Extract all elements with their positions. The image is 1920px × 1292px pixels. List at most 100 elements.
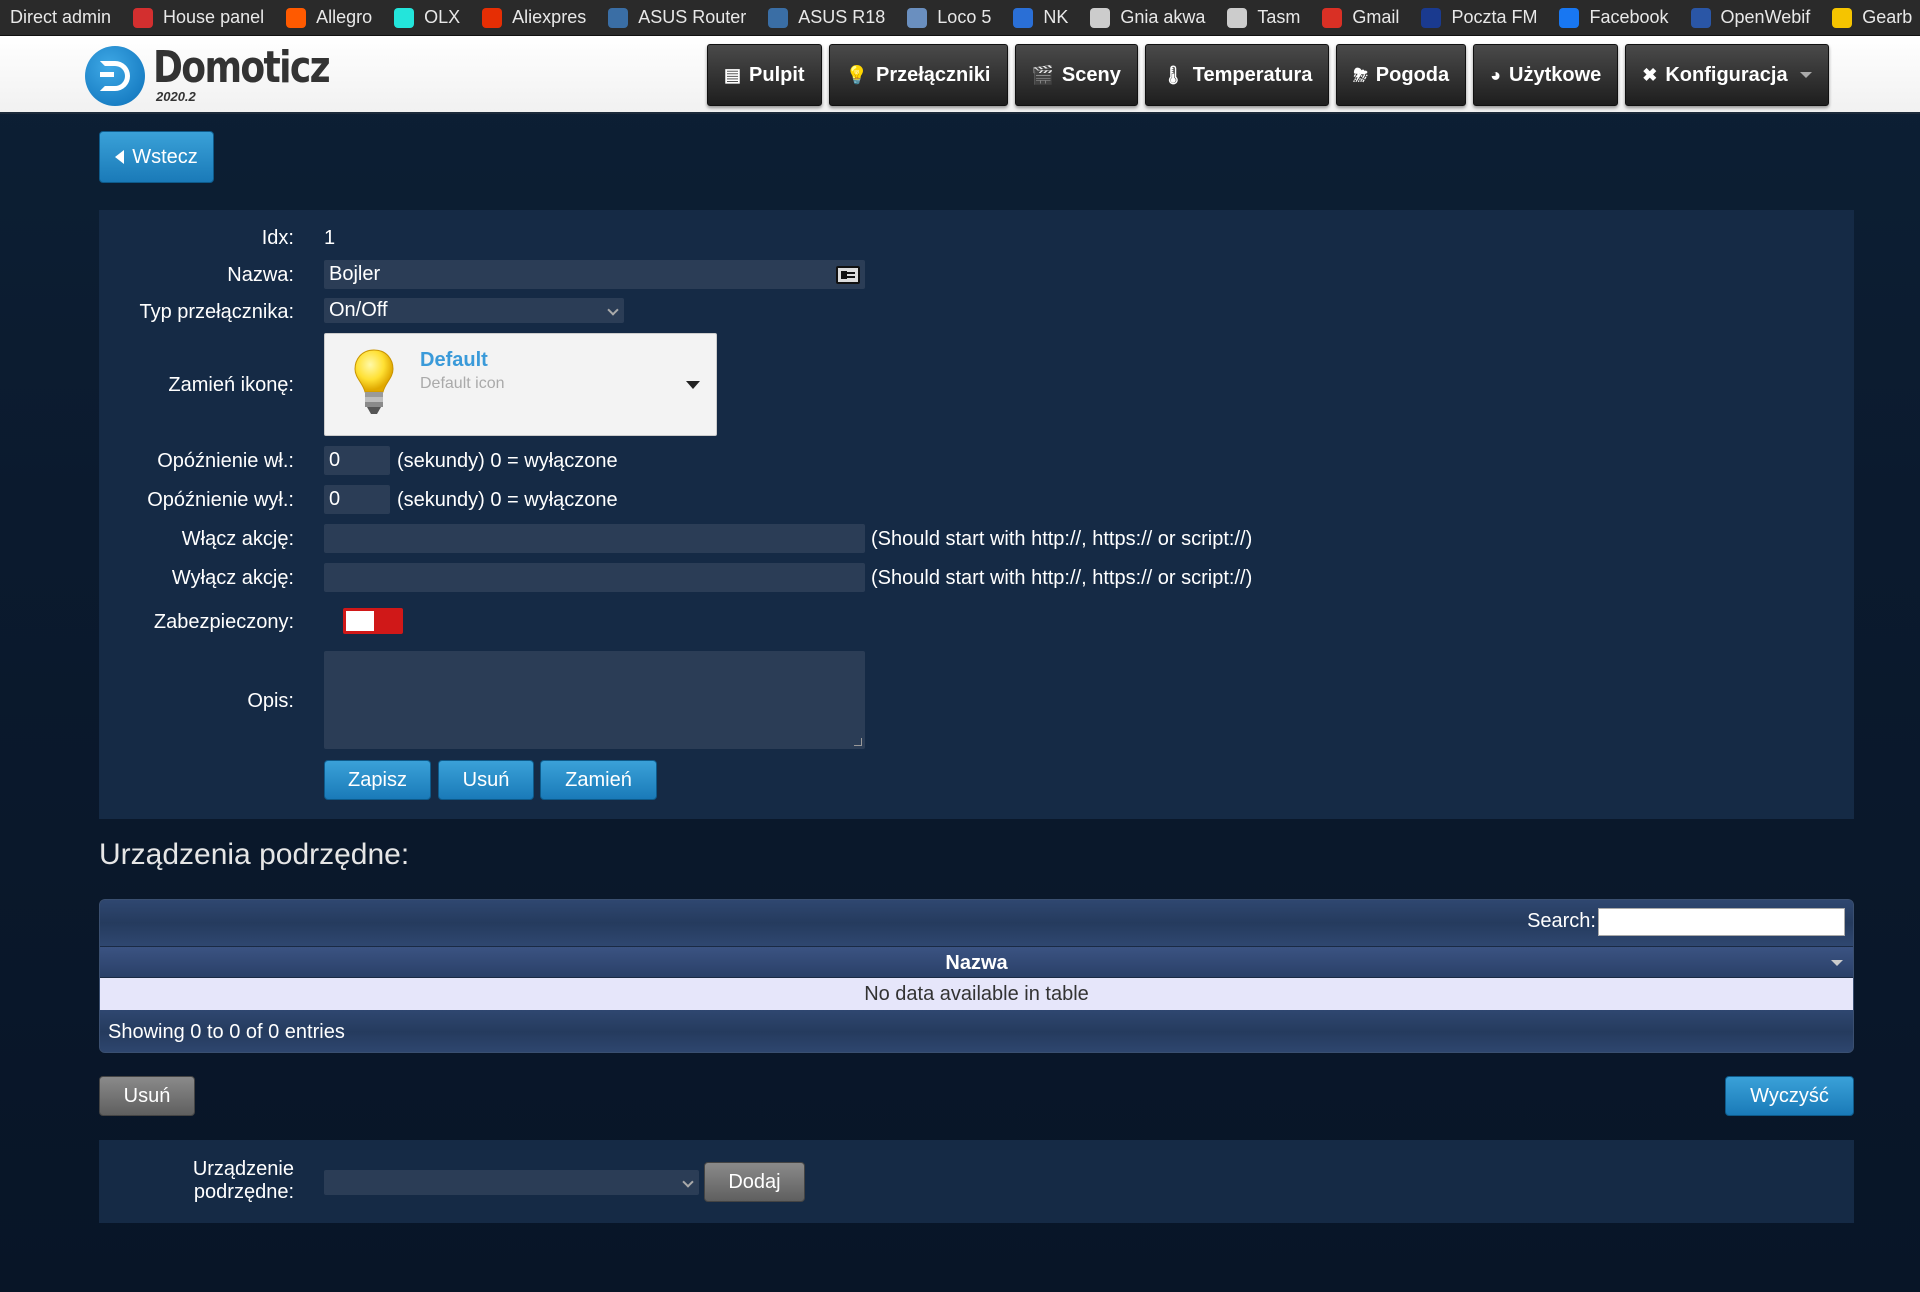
contact-card-icon[interactable] — [836, 266, 860, 284]
nav-prze-czniki[interactable]: 💡 Przełączniki — [828, 44, 1008, 106]
bookmark-item[interactable]: Tasm — [1217, 0, 1312, 35]
column-header-name[interactable]: Nazwa — [100, 946, 1853, 978]
on-delay-input[interactable]: 0 — [324, 446, 390, 475]
bookmark-item[interactable]: NK — [1003, 0, 1080, 35]
icon-label: Zamień ikonę: — [168, 374, 294, 396]
protected-label: Zabezpieczony: — [153, 611, 294, 633]
bookmark-item[interactable]: Facebook — [1549, 0, 1680, 35]
bookmark-label: Facebook — [1589, 7, 1669, 27]
table-toolbar: Search: — [100, 900, 1853, 946]
logo-text: Domoticz — [153, 42, 331, 93]
on-delay-value: 0 — [329, 449, 341, 471]
bookmark-item[interactable]: Direct admin — [0, 0, 123, 35]
clear-button[interactable]: Wyczyść — [1725, 1076, 1854, 1116]
add-subdevice-button[interactable]: Dodaj — [704, 1162, 805, 1202]
column-header-label: Nazwa — [945, 952, 1008, 974]
nav-sceny[interactable]: 🎬 Sceny — [1014, 44, 1138, 106]
off-delay-value: 0 — [329, 488, 341, 510]
toggle-knob — [346, 611, 374, 631]
gmail-icon — [1322, 7, 1343, 28]
bookmark-item[interactable]: House panel — [123, 0, 276, 35]
bookmarks-bar: Direct admin House panel Allegro OLX Aliexpr… — [0, 0, 1920, 36]
back-button-label: Wstecz — [132, 145, 198, 168]
bookmark-label: Gearb — [1862, 7, 1913, 27]
caret-down-icon — [686, 381, 700, 389]
back-button[interactable]: Wstecz — [99, 131, 214, 183]
clapper-icon: 🎬 — [1031, 64, 1054, 85]
description-textarea[interactable] — [324, 651, 865, 749]
search-label: Search: — [1527, 910, 1596, 932]
router-icon — [768, 7, 789, 28]
nav-label: Przełączniki — [875, 63, 991, 86]
router-icon — [608, 7, 629, 28]
bookmark-label: Gnia akwa — [1120, 7, 1206, 27]
bookmark-item[interactable]: Gmail — [1312, 0, 1411, 35]
off-delay-hint: (sekundy) 0 = wyłączone — [397, 489, 618, 511]
gearbest-icon — [1832, 7, 1853, 28]
description-label: Opis: — [247, 690, 294, 712]
off-action-label: Wyłącz akcję: — [171, 567, 294, 589]
gauge-icon: ◕ — [1490, 64, 1502, 85]
table-info: Showing 0 to 0 of 0 entries — [108, 1021, 345, 1043]
openwebif-icon — [1690, 7, 1711, 28]
icon-picker[interactable]: Default Default icon — [324, 333, 717, 436]
empty-table-row: No data available in table — [100, 978, 1853, 1010]
bookmark-item[interactable]: OpenWebif — [1681, 0, 1823, 35]
bookmark-item[interactable]: Allegro — [276, 0, 384, 35]
page-icon — [1090, 7, 1111, 28]
search-input[interactable] — [1598, 908, 1845, 936]
facebook-icon — [1559, 7, 1580, 28]
nk-icon — [1013, 7, 1034, 28]
chevron-down-icon — [607, 304, 619, 316]
table-footer: Showing 0 to 0 of 0 entries — [100, 1010, 1853, 1052]
app-header: Domoticz 2020.2 ▤ Pulpit 💡 Przełączniki 🎬 Sce… — [0, 36, 1920, 114]
bookmark-label: OLX — [424, 7, 461, 27]
bookmark-label: House panel — [163, 7, 265, 27]
bookmark-item[interactable]: Gearb — [1822, 0, 1920, 35]
save-button[interactable]: Zapisz — [324, 760, 431, 800]
switch-type-value: On/Off — [329, 299, 388, 321]
bookmark-label: ASUS Router — [638, 7, 747, 27]
nav-label: Pogoda — [1375, 63, 1450, 86]
subdevice-select[interactable] — [324, 1170, 699, 1195]
name-input[interactable]: Bojler — [324, 260, 865, 289]
idx-value: 1 — [324, 227, 336, 249]
bookmark-item[interactable]: Aliexpres — [472, 0, 598, 35]
on-action-input[interactable] — [324, 524, 865, 553]
delete-subdevice-button[interactable]: Usuń — [99, 1076, 195, 1116]
add-subdevice-label: Urządzenie podrzędne: — [99, 1158, 294, 1204]
olx-icon — [394, 7, 415, 28]
protected-toggle[interactable] — [343, 608, 403, 634]
bookmark-item[interactable]: Poczta FM — [1411, 0, 1549, 35]
nav-label: Pulpit — [749, 63, 805, 86]
bookmark-item[interactable]: OLX — [384, 0, 472, 35]
off-action-input[interactable] — [324, 563, 865, 592]
delete-button[interactable]: Usuń — [438, 760, 534, 800]
off-delay-input[interactable]: 0 — [324, 485, 390, 514]
nav-label: Sceny — [1061, 63, 1121, 86]
bookmark-label: Tasm — [1257, 7, 1301, 27]
nav-temperatura[interactable]: 🌡 Temperatura — [1144, 44, 1330, 106]
nav-u-ytkowe[interactable]: ◕ Użytkowe — [1473, 44, 1619, 106]
nav-label: Użytkowe — [1509, 63, 1602, 86]
switch-type-select[interactable]: On/Off — [324, 298, 624, 323]
off-action-hint: (Should start with http://, https:// or … — [871, 567, 1253, 589]
add-subdevice-label-line2: podrzędne: — [193, 1181, 294, 1203]
idx-label: Idx: — [261, 227, 294, 249]
resize-grip-icon[interactable] — [854, 738, 862, 746]
aliexpress-icon — [482, 7, 503, 28]
replace-button[interactable]: Zamień — [540, 760, 657, 800]
off-delay-label: Opóźnienie wył.: — [147, 489, 294, 511]
bookmark-item[interactable]: Loco 5 — [897, 0, 1003, 35]
bookmark-item[interactable]: ASUS Router — [598, 0, 758, 35]
nav-pulpit[interactable]: ▤ Pulpit — [707, 44, 822, 106]
caret-down-icon — [1799, 72, 1812, 78]
bookmark-item[interactable]: ASUS R18 — [758, 0, 897, 35]
weather-icon: ⛈ — [1353, 64, 1368, 85]
bookmark-item[interactable]: Gnia akwa — [1080, 0, 1217, 35]
domoticz-logo-icon[interactable] — [85, 46, 145, 106]
nav-konfiguracja[interactable]: ✖ Konfiguracja — [1625, 44, 1829, 106]
nav-pogoda[interactable]: ⛈ Pogoda — [1336, 44, 1467, 106]
lightbulb-icon: 💡 — [845, 64, 868, 85]
bookmark-label: Aliexpres — [512, 7, 587, 27]
